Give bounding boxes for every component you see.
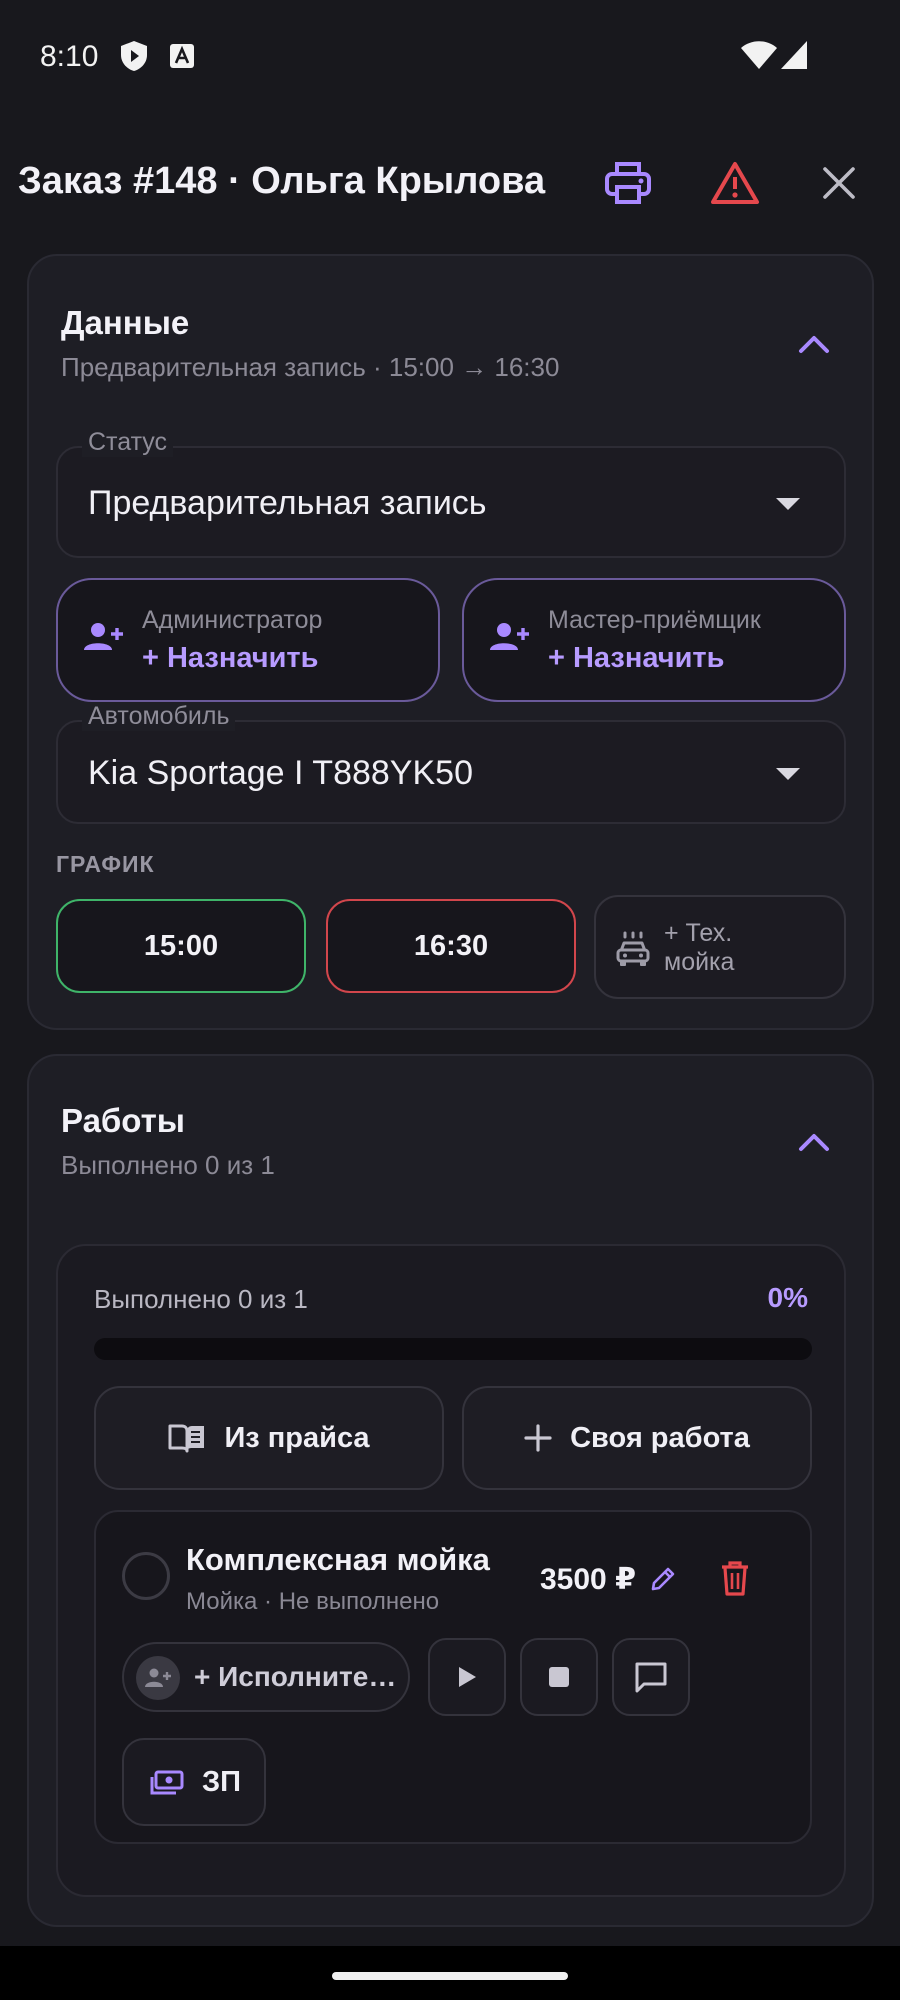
comment-icon [635,1662,667,1693]
performer-label: + Исполните… [194,1661,397,1692]
chevron-up-icon[interactable] [798,334,830,354]
work-price: 3500 ₽ [540,1563,636,1596]
tech-wash-button[interactable]: + Тех. мойка [594,895,846,999]
car-wash-icon [616,931,650,966]
work-item: Комплексная мойка Мойка · Не выполнено 3… [94,1510,812,1844]
signal-icon [781,41,807,69]
salary-button[interactable]: ЗП [122,1738,266,1826]
start-time-button[interactable]: 15:00 [56,899,306,993]
tech-wash-line2: мойка [664,948,735,976]
salary-label: ЗП [202,1766,242,1798]
start-work-button[interactable] [428,1638,506,1716]
car-select[interactable]: Автомобиль Kia Sportage I T888YK50 [56,702,846,824]
works-panel: Выполнено 0 из 1 0% Из прайса Своя работ… [56,1244,846,1897]
data-card-subtitle: Предварительная запись · 15:00 → 16:30 [61,352,560,382]
status-value: Предварительная запись [88,484,487,522]
progress-percent: 0% [767,1282,808,1313]
administrator-action: + Назначить [142,642,319,674]
plus-icon [524,1424,552,1452]
status-time: 8:10 [40,40,99,73]
shield-icon [121,41,147,71]
receiver-label: Мастер-приёмщик [548,606,761,634]
dropdown-arrow-icon [776,768,800,780]
work-subtitle: Мойка · Не выполнено [186,1588,440,1615]
add-person-icon [490,623,529,650]
font-a-icon [170,44,194,68]
pencil-icon[interactable] [650,1566,676,1592]
work-title: Комплексная мойка [186,1542,490,1577]
trash-icon[interactable] [720,1560,750,1596]
works-card-title: Работы [61,1102,185,1139]
printer-icon[interactable] [604,160,652,206]
comment-button[interactable] [612,1638,690,1716]
tech-wash-line1: + Тех. [664,919,733,947]
car-label: Автомобиль [82,702,236,731]
stop-icon [549,1667,569,1687]
status-bar: 8:10 [0,0,900,115]
assign-administrator-button[interactable]: Администратор + Назначить [56,578,440,702]
assign-receiver-button[interactable]: Мастер-приёмщик + Назначить [462,578,846,702]
avatar [136,1656,180,1700]
from-price-button[interactable]: Из прайса [94,1386,444,1490]
money-icon [150,1770,184,1795]
dropdown-arrow-icon [776,498,800,510]
custom-work-label: Своя работа [570,1421,750,1454]
page-title: Заказ #148 · Ольга Крылова [18,160,546,202]
car-value: Kia Sportage I T888YK50 [88,754,473,792]
book-icon [168,1424,205,1453]
complete-checkbox[interactable] [122,1552,170,1600]
schedule-caption: ГРАФИК [56,851,155,877]
home-handle[interactable] [332,1972,568,1980]
stop-work-button[interactable] [520,1638,598,1716]
receiver-action: + Назначить [548,642,725,674]
progress-label: Выполнено 0 из 1 [94,1284,308,1314]
chevron-up-icon[interactable] [798,1132,830,1152]
wifi-icon [741,41,777,69]
progress-bar [94,1338,812,1360]
play-icon [459,1667,476,1687]
works-card-subtitle: Выполнено 0 из 1 [61,1150,275,1180]
data-card-title: Данные [61,304,190,341]
custom-work-button[interactable]: Своя работа [462,1386,812,1490]
status-select[interactable]: Статус Предварительная запись [56,428,846,558]
add-person-icon [84,623,123,650]
from-price-label: Из прайса [224,1421,370,1454]
add-person-icon [145,1668,171,1687]
status-label: Статус [82,428,174,457]
close-icon[interactable] [822,166,856,200]
administrator-label: Администратор [142,606,323,634]
end-time-button[interactable]: 16:30 [326,899,576,993]
add-performer-button[interactable]: + Исполните… [122,1642,410,1712]
warning-icon[interactable] [710,160,760,206]
